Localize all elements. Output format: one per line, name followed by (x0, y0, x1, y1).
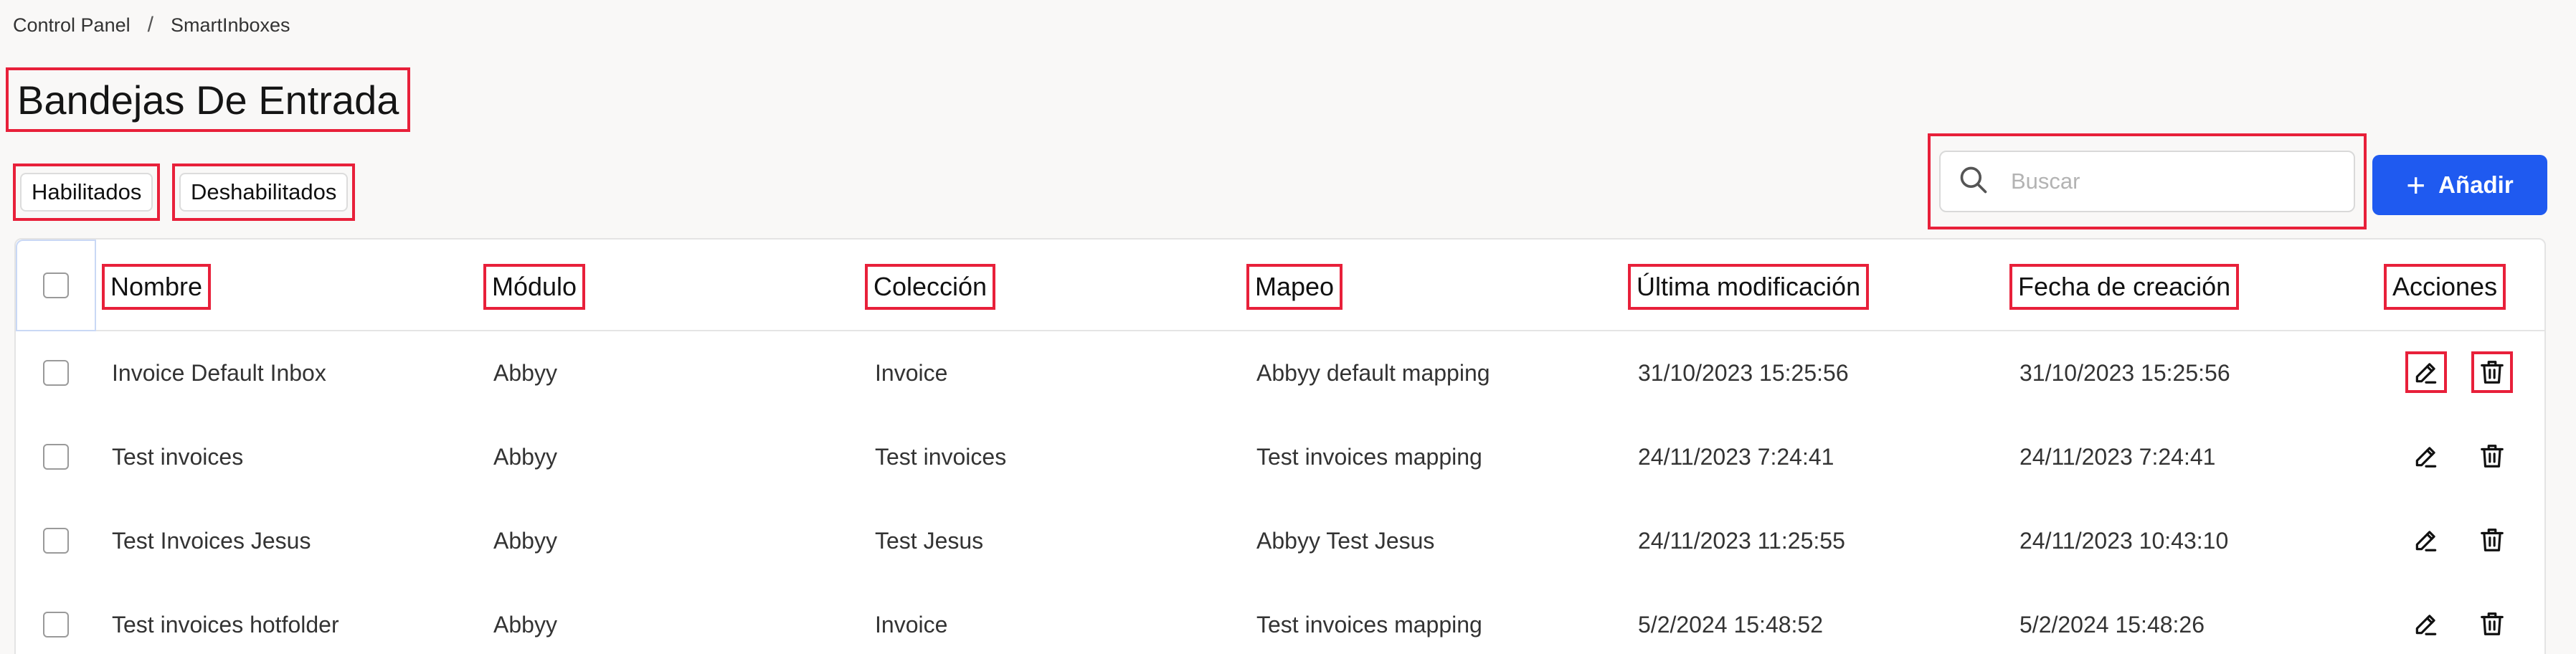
tab-enabled[interactable]: Habilitados (12, 164, 161, 221)
trash-icon[interactable] (2474, 606, 2510, 642)
cell-module: Abbyy (493, 612, 557, 638)
row-checkbox[interactable] (43, 444, 69, 470)
cell-name: Test Invoices Jesus (112, 528, 311, 554)
column-header-last-modified[interactable]: Última modificación (1627, 264, 1870, 310)
cell-module: Abbyy (493, 528, 557, 554)
column-header-name[interactable]: Nombre (101, 264, 212, 310)
cell-module: Abbyy (493, 360, 557, 386)
edit-icon[interactable] (2408, 438, 2444, 474)
page-title: Bandejas De Entrada (5, 67, 411, 132)
search-container (1928, 133, 2367, 229)
cell-created: 24/11/2023 7:24:41 (2019, 444, 2216, 470)
table-row: Test invoices Abbyy Test invoices Test i… (16, 415, 2544, 499)
cell-mapping: Abbyy default mapping (1256, 360, 1490, 386)
breadcrumb: Control Panel / SmartInboxes (13, 13, 290, 37)
column-header-actions: Acciones (2383, 264, 2506, 310)
cell-name: Test invoices (112, 444, 244, 470)
cell-collection: Invoice (875, 612, 948, 638)
search-box[interactable] (1939, 151, 2355, 212)
edit-icon[interactable] (2405, 351, 2447, 393)
select-all-cell (16, 240, 96, 331)
trash-icon[interactable] (2474, 522, 2510, 558)
cell-collection: Test Jesus (875, 528, 984, 554)
search-input[interactable] (2011, 169, 2326, 194)
row-checkbox[interactable] (43, 528, 69, 554)
trash-icon[interactable] (2474, 438, 2510, 474)
table-row: Test invoices hotfolder Abbyy Invoice Te… (16, 583, 2544, 654)
cell-last-modified: 24/11/2023 11:25:55 (1638, 528, 1845, 554)
cell-created: 31/10/2023 15:25:56 (2019, 360, 2230, 386)
edit-icon[interactable] (2408, 522, 2444, 558)
column-header-created[interactable]: Fecha de creación (2009, 264, 2240, 310)
cell-name: Invoice Default Inbox (112, 360, 326, 386)
cell-collection: Invoice (875, 360, 948, 386)
cell-name: Test invoices hotfolder (112, 612, 339, 638)
cell-mapping: Test invoices mapping (1256, 444, 1482, 470)
column-header-mapping[interactable]: Mapeo (1246, 264, 1343, 310)
cell-collection: Test invoices (875, 444, 1007, 470)
cell-last-modified: 5/2/2024 15:48:52 (1638, 612, 1824, 638)
cell-last-modified: 24/11/2023 7:24:41 (1638, 444, 1834, 470)
cell-module: Abbyy (493, 444, 557, 470)
table-row: Test Invoices Jesus Abbyy Test Jesus Abb… (16, 499, 2544, 583)
row-checkbox[interactable] (43, 612, 69, 638)
tab-disabled[interactable]: Deshabilitados (171, 164, 356, 221)
cell-mapping: Abbyy Test Jesus (1256, 528, 1435, 554)
breadcrumb-separator: / (147, 13, 153, 37)
table-row: Invoice Default Inbox Abbyy Invoice Abby… (16, 331, 2544, 415)
row-checkbox[interactable] (43, 360, 69, 386)
search-icon (1958, 164, 1989, 199)
tab-enabled-label: Habilitados (20, 173, 153, 212)
add-button[interactable]: + Añadir (2372, 155, 2547, 215)
trash-icon[interactable] (2471, 351, 2513, 393)
plus-icon: + (2406, 166, 2426, 204)
tab-disabled-label: Deshabilitados (179, 173, 349, 212)
breadcrumb-current: SmartInboxes (170, 14, 290, 36)
cell-last-modified: 31/10/2023 15:25:56 (1638, 360, 1849, 386)
select-all-checkbox[interactable] (43, 272, 69, 298)
column-header-collection[interactable]: Colección (864, 264, 996, 310)
breadcrumb-root[interactable]: Control Panel (13, 14, 131, 37)
cell-created: 24/11/2023 10:43:10 (2019, 528, 2229, 554)
cell-created: 5/2/2024 15:48:26 (2019, 612, 2205, 638)
table-header: Nombre Módulo Colección Mapeo Última mod… (16, 240, 2544, 331)
column-header-module[interactable]: Módulo (483, 264, 586, 310)
edit-icon[interactable] (2408, 606, 2444, 642)
cell-mapping: Test invoices mapping (1256, 612, 1482, 638)
add-button-label: Añadir (2438, 171, 2514, 198)
inbox-table: Nombre Módulo Colección Mapeo Última mod… (14, 238, 2546, 654)
